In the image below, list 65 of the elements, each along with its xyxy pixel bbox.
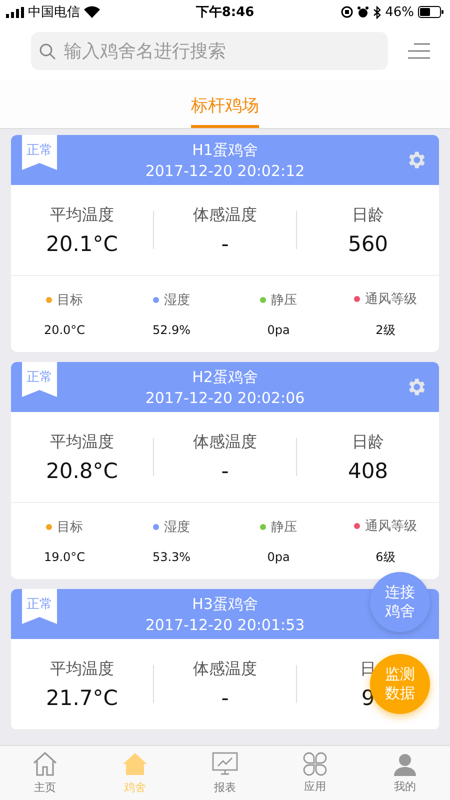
metric-label: 平均温度	[50, 204, 114, 226]
search-icon	[39, 43, 56, 60]
chart-icon	[212, 751, 238, 777]
stat-label: 湿度	[164, 519, 190, 536]
metric-value: -	[221, 458, 229, 482]
stat-value: 2级	[376, 322, 396, 338]
stat-label: 目标	[57, 519, 83, 536]
metric-value: 20.1°C	[46, 232, 118, 256]
metric-value: 21.7°C	[46, 686, 118, 710]
status-label: 正常	[26, 596, 52, 614]
house-card[interactable]: 正常 H1蛋鸡舍 2017-12-20 20:02:12 平均温度 20.1°C 体感温度 - 日龄 560 目标 20.0°C 湿度 52.9% 静压 0pa 通风等级 2级	[11, 135, 439, 352]
stat-label: 静压	[271, 292, 297, 309]
stat-value: 19.0°C	[44, 550, 86, 564]
alarm-icon	[357, 6, 370, 18]
stat-value: 6级	[376, 548, 396, 566]
person-icon	[393, 752, 417, 776]
metric-value: -	[221, 232, 229, 256]
nav-tab[interactable]: 应用	[270, 746, 360, 800]
metric-label: 平均温度	[50, 432, 114, 452]
nav-tab[interactable]: 主页	[0, 746, 90, 800]
stat-label: 湿度	[164, 292, 190, 309]
metric-value: 560	[348, 232, 388, 256]
nav-tab[interactable]: 报表	[180, 746, 270, 800]
metric-value: 20.8°C	[46, 458, 118, 482]
metric-label: 体感温度	[193, 432, 257, 452]
stat-value: 52.9%	[152, 323, 191, 337]
clock-time: 下午8:46	[196, 4, 254, 21]
house-icon	[122, 751, 148, 777]
update-time: 2017-12-20 20:02:06	[145, 388, 305, 406]
stat-label: 通风等级	[365, 518, 417, 534]
status-label: 正常	[26, 369, 52, 387]
stat-value: 20.0°C	[44, 323, 86, 337]
stat-value: 0pa	[267, 323, 290, 337]
metric-label: 日龄	[352, 432, 384, 452]
metric-value: 408	[348, 458, 388, 482]
stat-value: 0pa	[267, 550, 290, 564]
battery-percent: 46%	[385, 4, 414, 20]
metric-value: -	[221, 686, 229, 710]
search-field[interactable]: 输入鸡舍名进行搜索	[31, 32, 388, 70]
clover-icon	[303, 752, 327, 776]
house-name: H3蛋鸡舍	[192, 594, 258, 614]
stat-label: 静压	[271, 519, 297, 536]
stat-label: 通风等级	[365, 290, 417, 308]
farm-tab[interactable]: 标杆鸡场	[191, 90, 259, 128]
stat-label: 目标	[57, 292, 83, 309]
battery-icon	[418, 6, 444, 18]
update-time: 2017-12-20 20:02:12	[145, 162, 305, 180]
house-name: H1蛋鸡舍	[192, 140, 258, 160]
carrier-name: 中国电信	[28, 4, 80, 21]
metric-label: 日龄	[352, 204, 384, 226]
stat-value: 53.3%	[152, 550, 191, 564]
house-card[interactable]: 正常 H2蛋鸡舍 2017-12-20 20:02:06 平均温度 20.8°C 体感温度 - 日龄 408 目标 19.0°C 湿度 53.3% 静压 0pa 通风等级 6级	[11, 362, 439, 579]
status-label: 正常	[26, 142, 52, 160]
nav-tab[interactable]: 我的	[360, 746, 450, 800]
lock-rotation-icon	[341, 6, 354, 18]
bluetooth-icon	[373, 6, 382, 18]
house-name: H2蛋鸡舍	[192, 368, 258, 386]
metric-label: 体感温度	[193, 204, 257, 226]
metric-label: 体感温度	[193, 658, 257, 680]
update-time: 2017-12-20 20:01:53	[145, 616, 305, 634]
metric-label: 平均温度	[50, 658, 114, 680]
signal-icon	[6, 6, 24, 18]
home-icon	[32, 751, 58, 777]
menu-icon[interactable]	[408, 43, 430, 59]
wifi-icon	[84, 6, 100, 18]
